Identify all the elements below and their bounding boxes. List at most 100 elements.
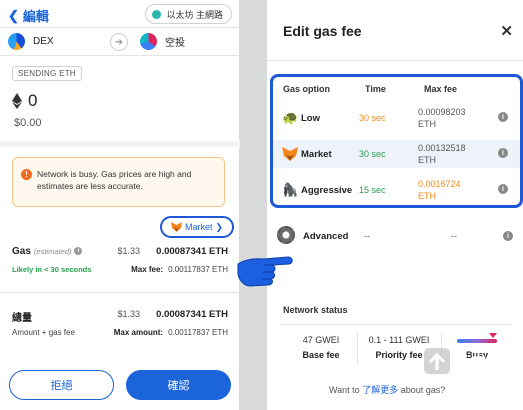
pointing-hand-icon <box>237 256 293 287</box>
fee-value: 0.00132518 <box>418 143 466 153</box>
stat-divider <box>357 333 358 365</box>
network-name: 以太坊 主網路 <box>166 9 223 20</box>
header-gas-option: Gas option <box>283 84 330 94</box>
learn-more-link[interactable]: 了解更多 <box>362 385 398 395</box>
total-max-amount: Max amount: 0.00117837 ETH <box>114 328 228 337</box>
close-icon[interactable]: ✕ <box>500 22 513 40</box>
turtle-icon: 🐢 <box>282 110 299 125</box>
advanced-label: Advanced <box>303 231 349 242</box>
gas-label-text: Gas <box>12 246 31 257</box>
header-time: Time <box>365 84 386 94</box>
total-eth: 0.00087341 ETH <box>156 309 228 320</box>
panel-title: Edit gas fee <box>283 23 362 39</box>
confirm-transaction-panel: ❮ 編輯 以太坊 主網路 DEX ➜ 空投 SENDING ETH 0 $0.0… <box>0 0 240 410</box>
gear-icon <box>277 226 295 244</box>
fox-icon <box>170 222 182 232</box>
max-amount-label: Max amount: <box>113 328 164 337</box>
gas-option-low[interactable]: 🐢 Low 30 sec 0.00098203 ETH i <box>273 104 520 132</box>
back-label: 編輯 <box>22 9 49 24</box>
likely-time: Likely in < 30 seconds <box>12 265 92 274</box>
base-fee-stat: 47 GWEI Base fee <box>295 335 347 360</box>
base-fee-label: Base fee <box>302 350 340 360</box>
from-account[interactable]: DEX <box>8 33 54 50</box>
learn-more-text: Want to 了解更多 about gas? <box>329 383 445 396</box>
amount-value: 0 <box>28 91 38 110</box>
max-fee-value: 0.00117837 ETH <box>168 265 228 274</box>
watermark-url: luyouqi.com <box>458 372 496 379</box>
eth-icon <box>12 93 22 109</box>
info-icon[interactable]: i <box>498 112 508 122</box>
advanced-time: -- <box>364 231 370 241</box>
to-account-name: 空投 <box>165 38 185 49</box>
network-selector[interactable]: 以太坊 主網路 <box>145 4 232 24</box>
to-account[interactable]: 空投 <box>140 33 185 50</box>
gas-option-market[interactable]: Market 30 sec 0.00132518 ETH i <box>273 140 520 168</box>
gas-option-advanced[interactable]: Advanced -- -- i <box>277 226 523 248</box>
arrow-right-icon: ➜ <box>110 33 128 51</box>
advanced-fee: -- <box>451 231 457 241</box>
warning-text: Network is busy. Gas prices are high and… <box>37 169 192 191</box>
fee-value: 0.0016724 <box>418 179 461 189</box>
fee-unit: ETH <box>418 191 436 201</box>
info-icon[interactable]: i <box>498 148 508 158</box>
busy-marker-icon <box>489 333 497 338</box>
amount-usd: $0.00 <box>14 117 42 129</box>
total-usd: $1.33 <box>117 309 140 319</box>
info-icon[interactable]: i <box>74 247 83 256</box>
gas-label: Gas (estimated) i <box>12 246 83 257</box>
max-amount-value: 0.00117837 ETH <box>168 328 228 337</box>
option-time: 15 sec <box>359 185 386 195</box>
info-icon[interactable]: i <box>503 231 513 241</box>
total-label: 總量 <box>12 313 32 324</box>
section-divider <box>0 141 240 147</box>
option-time: 30 sec <box>359 113 386 123</box>
from-avatar <box>8 33 25 50</box>
gas-estimated-label: (estimated) <box>33 247 72 256</box>
info-icon[interactable]: i <box>498 184 508 194</box>
gas-usd: $1.33 <box>117 246 140 256</box>
network-dot-icon <box>152 9 162 19</box>
chevron-left-icon: ❮ <box>8 7 19 23</box>
option-time: 30 sec <box>359 149 386 159</box>
option-name: Low <box>301 113 320 124</box>
section-divider <box>0 292 240 293</box>
send-amount: 0 <box>12 91 37 111</box>
divider <box>267 60 523 61</box>
screenshot-stage: ❮ 編輯 以太坊 主網路 DEX ➜ 空投 SENDING ETH 0 $0.0… <box>0 0 523 410</box>
transaction-type-badge: SENDING ETH <box>12 66 82 81</box>
reject-button[interactable]: 拒絕 <box>9 370 114 400</box>
base-fee-value: 47 GWEI <box>302 335 340 345</box>
learn-prefix: Want to <box>329 385 363 395</box>
from-account-name: DEX <box>33 36 54 47</box>
option-max-fee: 0.00132518 ETH <box>418 142 488 166</box>
top-bar: ❮ 編輯 以太坊 主網路 <box>0 0 240 28</box>
confirm-button[interactable]: 確認 <box>126 370 231 400</box>
market-label: Market <box>184 222 213 232</box>
fee-unit: ETH <box>418 155 436 165</box>
warning-icon: ! <box>21 169 32 180</box>
fee-value: 0.00098203 <box>418 107 466 117</box>
option-name: Aggressive <box>301 185 353 196</box>
fox-icon <box>282 147 298 161</box>
option-max-fee: 0.0016724 ETH <box>418 178 488 202</box>
network-status-label: Network status <box>283 305 348 315</box>
edit-gas-market-button[interactable]: Market ❯ <box>160 216 234 238</box>
watermark-text: 路由器 <box>452 353 506 372</box>
header-max-fee: Max fee <box>424 84 458 94</box>
gas-max-fee: Max fee: 0.00117837 ETH <box>131 265 228 274</box>
gas-eth: 0.00087341 ETH <box>156 246 228 257</box>
back-button[interactable]: ❮ 編輯 <box>8 6 49 25</box>
learn-suffix: about gas? <box>398 385 446 395</box>
network-busy-warning: ! Network is busy. Gas prices are high a… <box>12 157 225 207</box>
total-sub-label: Amount + gas fee <box>12 328 75 337</box>
max-fee-label: Max fee: <box>131 265 164 274</box>
option-max-fee: 0.00098203 ETH <box>418 106 488 130</box>
gorilla-icon: 🦍 <box>282 182 299 197</box>
option-name: Market <box>301 149 332 160</box>
divider <box>281 324 511 325</box>
gas-option-aggressive[interactable]: 🦍 Aggressive 15 sec 0.0016724 ETH i <box>273 176 520 204</box>
to-avatar <box>140 33 157 50</box>
account-row: DEX ➜ 空投 <box>0 28 240 56</box>
fee-unit: ETH <box>418 119 436 129</box>
chevron-right-icon: ❯ <box>215 221 224 232</box>
